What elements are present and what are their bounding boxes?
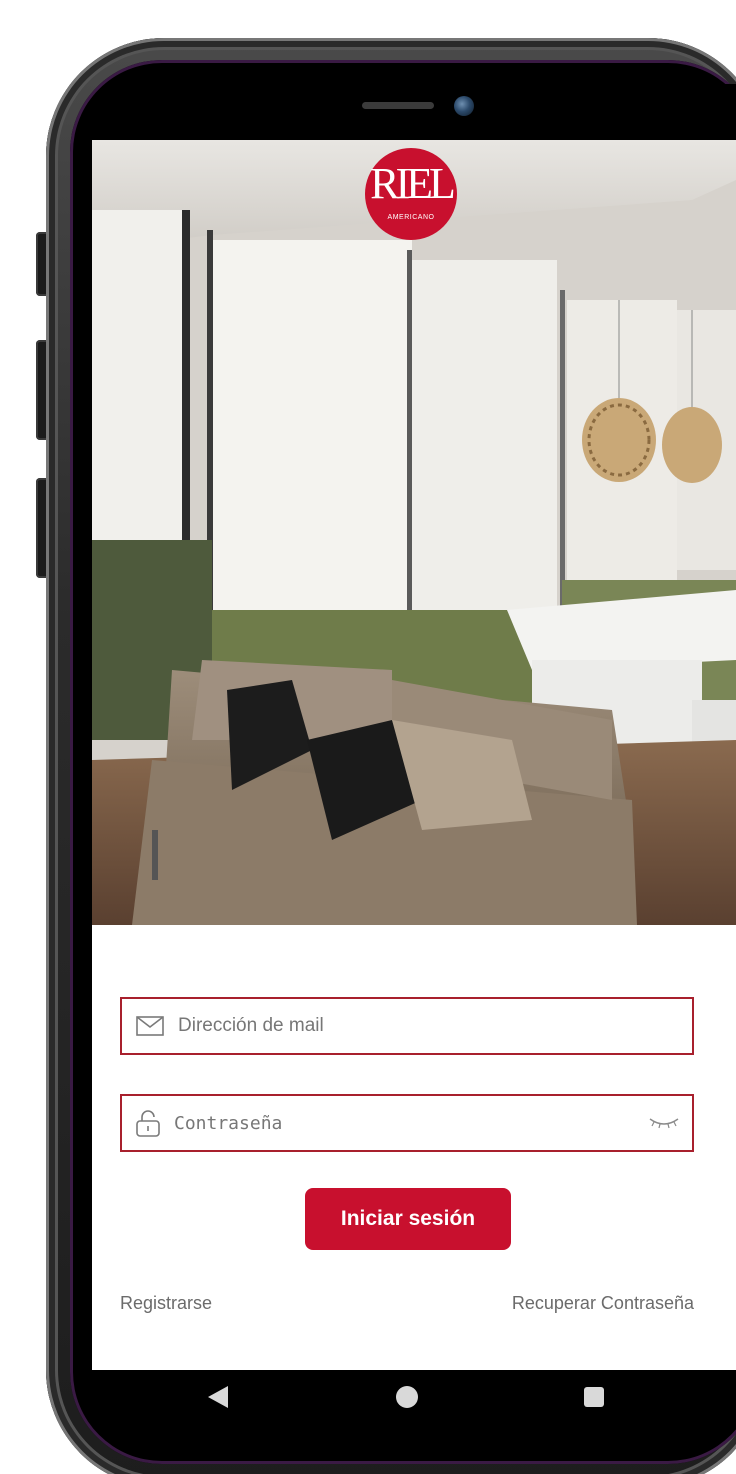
recover-password-link[interactable]: Recuperar Contraseña xyxy=(512,1293,694,1314)
email-input[interactable] xyxy=(176,1014,692,1038)
mail-icon xyxy=(136,1016,164,1036)
lock-icon xyxy=(136,1109,160,1137)
device-mockup: RIEL AMERICANO Dirección de mail Iniciar… xyxy=(0,0,736,1474)
back-triangle-icon[interactable] xyxy=(208,1386,228,1408)
email-field[interactable] xyxy=(120,997,694,1055)
phone-notch xyxy=(240,84,576,130)
login-button[interactable]: Iniciar sesión xyxy=(305,1188,511,1250)
hero-image xyxy=(92,140,736,925)
earpiece-speaker xyxy=(362,102,434,109)
logo-main-text: RIEL xyxy=(370,159,456,208)
logo-sub-text: AMERICANO xyxy=(387,214,435,221)
front-camera-icon xyxy=(454,96,474,116)
recents-square-icon[interactable] xyxy=(584,1387,604,1407)
eye-closed-icon[interactable] xyxy=(648,1116,680,1130)
brand-logo: RIEL AMERICANO xyxy=(365,148,457,240)
register-link[interactable]: Registrarse xyxy=(120,1293,212,1314)
living-room-photo xyxy=(92,140,736,925)
system-nav-bar xyxy=(92,1370,736,1424)
home-circle-icon[interactable] xyxy=(396,1386,418,1408)
password-input[interactable] xyxy=(172,1111,648,1135)
password-field[interactable] xyxy=(120,1094,694,1152)
